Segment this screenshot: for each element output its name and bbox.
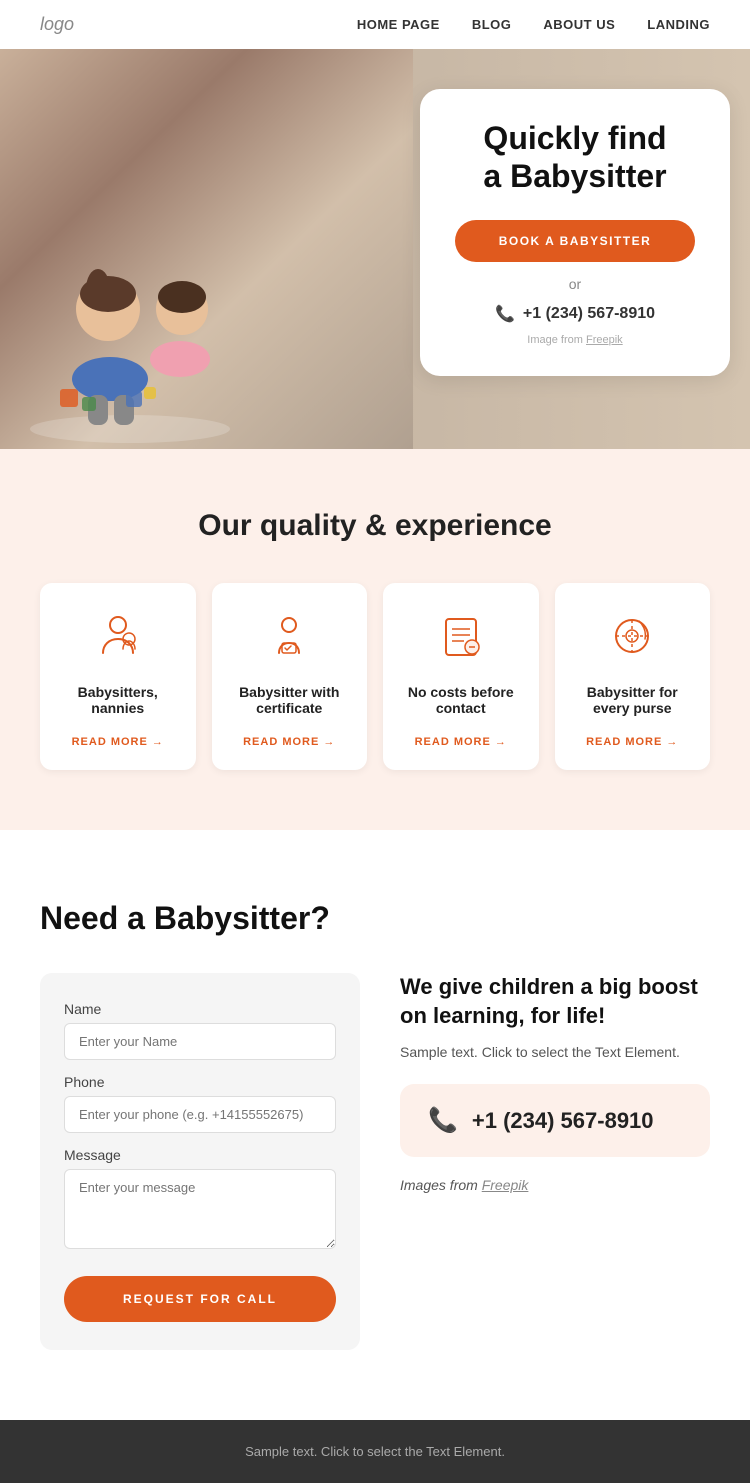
hero-phone-row: 📞 +1 (234) 567-8910 xyxy=(455,304,695,324)
footer-text: Sample text. Click to select the Text El… xyxy=(40,1444,710,1459)
service-card-3: Babysitter for every purse READ MORE xyxy=(555,583,711,770)
contact-right-column: We give children a big boost on learning… xyxy=(400,973,710,1350)
name-field-group: Name xyxy=(64,1001,336,1060)
babysitters-icon xyxy=(56,611,180,670)
service-card-2-title: No costs before contact xyxy=(399,684,523,716)
message-label: Message xyxy=(64,1147,336,1163)
every-purse-svg xyxy=(607,611,657,661)
service-cards-row: Babysitters, nannies READ MORE Babysitte… xyxy=(40,583,710,770)
contact-title: Need a Babysitter? xyxy=(40,900,710,937)
book-babysitter-button[interactable]: BOOK A BABYSITTER xyxy=(455,220,695,262)
phone-field-group: Phone xyxy=(64,1074,336,1133)
service-card-2: No costs before contact READ MORE xyxy=(383,583,539,770)
service-card-0-title: Babysitters, nannies xyxy=(56,684,180,716)
request-call-button[interactable]: REQUEST FOR CALL xyxy=(64,1276,336,1322)
contact-form-box: Name Phone Message REQUEST FOR CALL xyxy=(40,973,360,1350)
phone-label: Phone xyxy=(64,1074,336,1090)
service-card-1-link[interactable]: READ MORE xyxy=(243,736,335,748)
hero-title: Quickly find a Babysitter xyxy=(455,119,695,196)
navbar: logo HOME PAGE BLOG ABOUT US LANDING xyxy=(0,0,750,49)
hero-photo xyxy=(0,49,413,449)
no-costs-icon xyxy=(399,611,523,670)
certificate-icon xyxy=(228,611,352,670)
name-label: Name xyxy=(64,1001,336,1017)
hero-illustration xyxy=(20,69,240,449)
nav-home[interactable]: HOME PAGE xyxy=(357,17,440,32)
every-purse-icon xyxy=(571,611,695,670)
message-field-group: Message xyxy=(64,1147,336,1254)
contact-right-body: Sample text. Click to select the Text El… xyxy=(400,1044,710,1060)
no-costs-svg xyxy=(436,611,486,661)
service-card-0: Babysitters, nannies READ MORE xyxy=(40,583,196,770)
quality-title: Our quality & experience xyxy=(40,509,710,543)
service-card-1: Babysitter with certificate READ MORE xyxy=(212,583,368,770)
logo: logo xyxy=(40,14,74,35)
certificate-svg xyxy=(264,611,314,661)
nav-about[interactable]: ABOUT US xyxy=(543,17,615,32)
footer: Sample text. Click to select the Text El… xyxy=(0,1420,750,1483)
contact-form-column: Name Phone Message REQUEST FOR CALL xyxy=(40,973,360,1350)
message-input[interactable] xyxy=(64,1169,336,1249)
contact-phone-number[interactable]: +1 (234) 567-8910 xyxy=(472,1108,654,1134)
phone-input[interactable] xyxy=(64,1096,336,1133)
contact-phone-card: 📞 +1 (234) 567-8910 xyxy=(400,1084,710,1157)
nav-links: HOME PAGE BLOG ABOUT US LANDING xyxy=(357,17,710,32)
contact-section: Need a Babysitter? Name Phone Message RE… xyxy=(0,830,750,1420)
quality-section: Our quality & experience Babysitters, na… xyxy=(0,449,750,830)
service-card-3-link[interactable]: READ MORE xyxy=(586,736,678,748)
freepik-link[interactable]: Freepik xyxy=(586,334,623,346)
nav-landing[interactable]: LANDING xyxy=(647,17,710,32)
hero-phone-number[interactable]: +1 (234) 567-8910 xyxy=(523,305,655,323)
service-card-2-link[interactable]: READ MORE xyxy=(415,736,507,748)
contact-freepik-link[interactable]: Freepik xyxy=(482,1177,529,1193)
hero-section: Quickly find a Babysitter BOOK A BABYSIT… xyxy=(0,49,750,449)
name-input[interactable] xyxy=(64,1023,336,1060)
hero-card: Quickly find a Babysitter BOOK A BABYSIT… xyxy=(420,89,730,376)
service-card-3-title: Babysitter for every purse xyxy=(571,684,695,716)
contact-phone-icon: 📞 xyxy=(428,1106,458,1135)
contact-image-credit: Images from Freepik xyxy=(400,1177,710,1193)
hero-image-credit: Image from Freepik xyxy=(455,334,695,346)
service-card-1-title: Babysitter with certificate xyxy=(228,684,352,716)
babysitters-svg xyxy=(93,611,143,661)
service-card-0-link[interactable]: READ MORE xyxy=(72,736,164,748)
nav-blog[interactable]: BLOG xyxy=(472,17,512,32)
contact-right-title: We give children a big boost on learning… xyxy=(400,973,710,1030)
phone-icon: 📞 xyxy=(495,304,515,324)
hero-or-text: or xyxy=(455,276,695,292)
contact-layout: Name Phone Message REQUEST FOR CALL We g… xyxy=(40,973,710,1350)
